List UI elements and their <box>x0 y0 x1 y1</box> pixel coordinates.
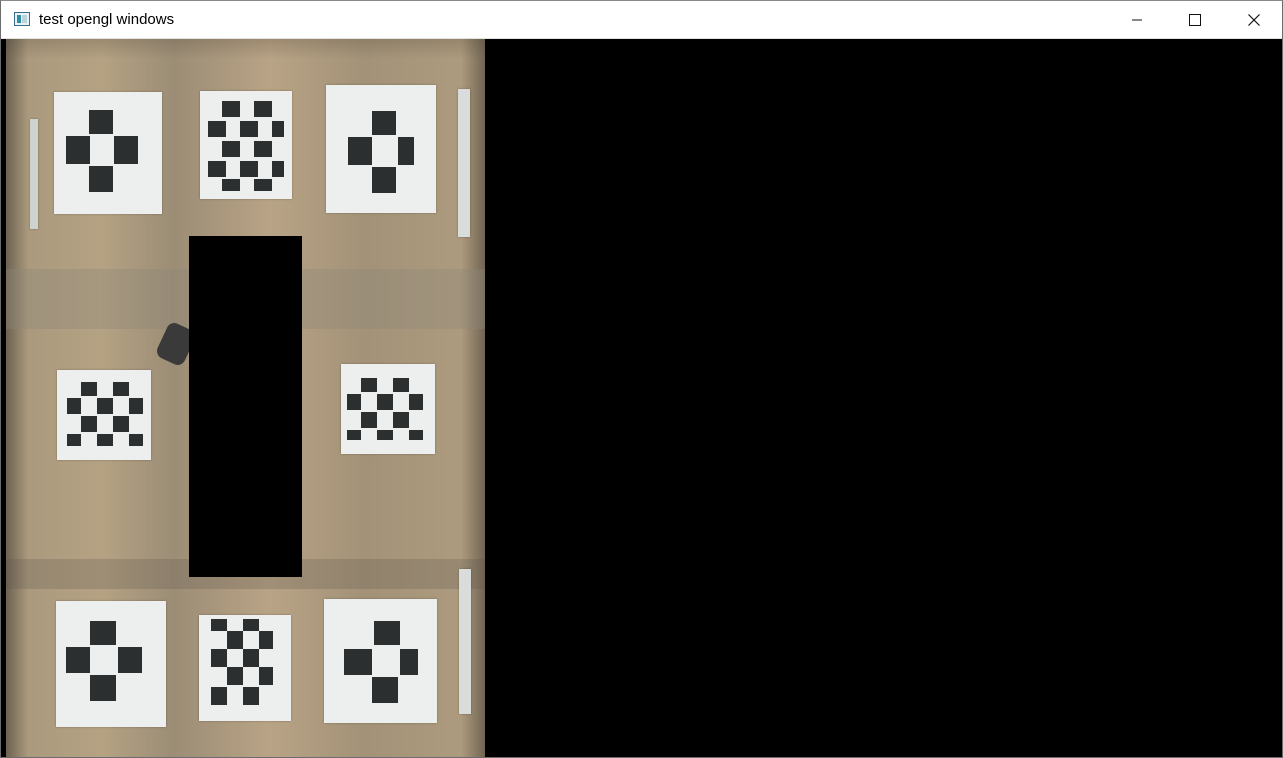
calibration-board <box>326 85 436 213</box>
app-icon[interactable] <box>14 12 30 26</box>
maximize-icon <box>1189 13 1201 26</box>
black-occlusion-region <box>189 236 302 577</box>
rendered-camera-image <box>6 39 485 757</box>
calibration-board <box>324 599 437 723</box>
calibration-board <box>199 615 291 721</box>
minimize-icon <box>1132 19 1142 20</box>
app-window: test opengl windows <box>0 0 1283 758</box>
close-icon <box>1248 13 1260 26</box>
close-button[interactable] <box>1225 1 1283 38</box>
calibration-board <box>56 601 166 727</box>
opengl-viewport[interactable] <box>6 39 1282 757</box>
window-title: test opengl windows <box>39 11 175 28</box>
minimize-button[interactable] <box>1108 1 1166 38</box>
calibration-board <box>54 92 162 214</box>
title-bar[interactable]: test opengl windows <box>1 1 1282 39</box>
calibration-board <box>341 364 435 454</box>
maximize-button[interactable] <box>1166 1 1224 38</box>
calibration-board <box>200 91 292 199</box>
calibration-board <box>57 370 151 460</box>
